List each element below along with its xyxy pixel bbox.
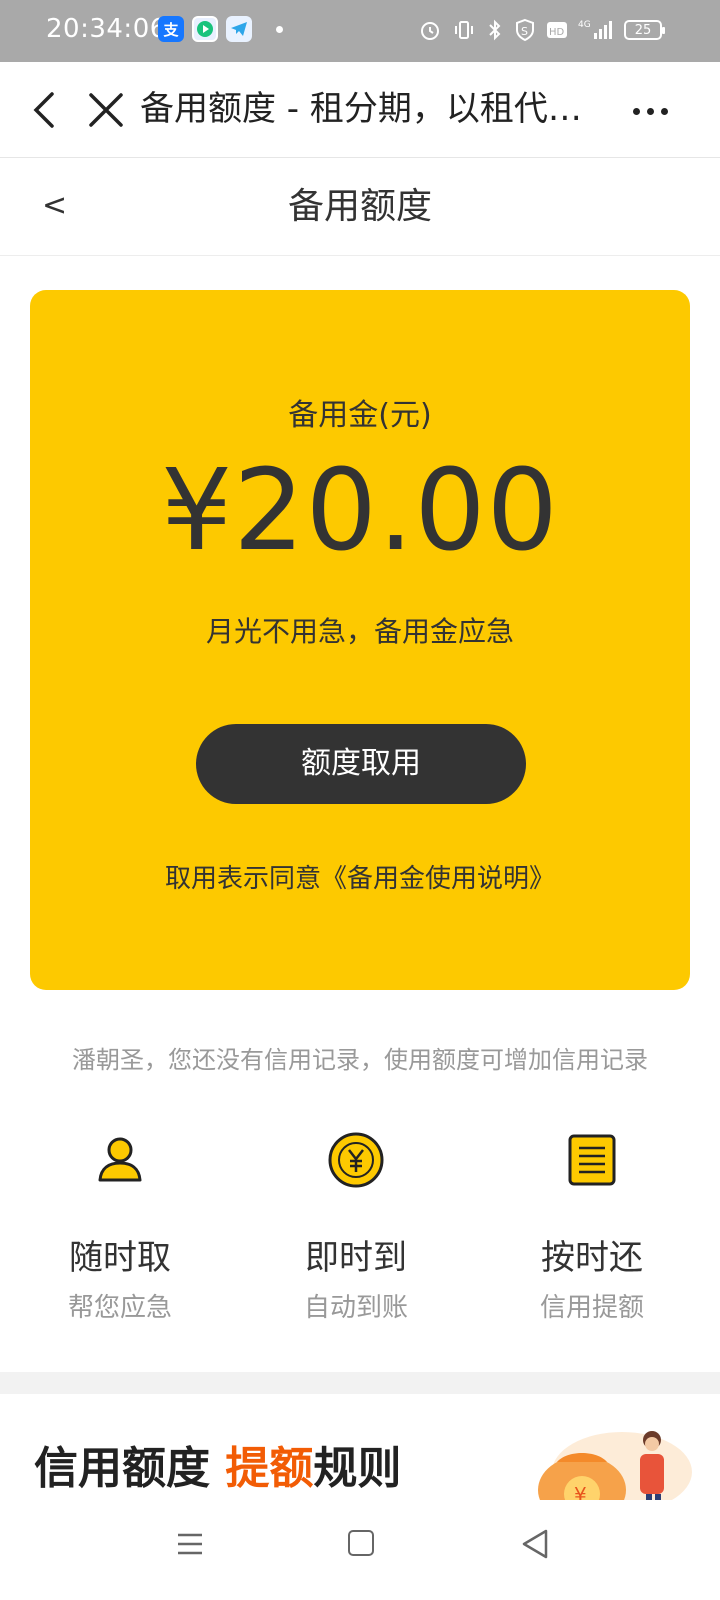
nav-back-icon[interactable] bbox=[520, 1528, 550, 1560]
video-app-icon bbox=[192, 16, 218, 42]
feature-subtitle: 帮您应急 bbox=[67, 1293, 172, 1323]
feature-item-instant: 即时到 自动到账 bbox=[236, 1130, 476, 1324]
svg-text:S: S bbox=[521, 25, 528, 38]
system-navigation-bar bbox=[0, 1500, 720, 1600]
signal-4g-icon: 4G bbox=[578, 16, 614, 44]
close-icon[interactable] bbox=[88, 92, 124, 128]
feature-subtitle: 信用提额 bbox=[539, 1293, 644, 1323]
feature-item-ontime: 按时还 信用提额 bbox=[472, 1130, 712, 1324]
withdraw-quota-button[interactable]: 额度取用 bbox=[196, 724, 526, 804]
reserve-fund-label: 备用金(元) bbox=[288, 398, 432, 433]
status-system-icons: S HD 4G 25 bbox=[418, 16, 665, 44]
battery-icon: 25 bbox=[624, 20, 665, 40]
rules-suffix: 规则 bbox=[313, 1443, 402, 1494]
feature-list: 随时取 帮您应急 即时到 自动到账 按时还 信用提额 bbox=[0, 1130, 720, 1330]
alipay-icon: 支 bbox=[158, 16, 184, 42]
status-app-icons: 支 bbox=[158, 16, 283, 42]
feature-title: 按时还 bbox=[541, 1238, 643, 1278]
more-options-icon[interactable] bbox=[633, 108, 668, 115]
svg-text:HD: HD bbox=[549, 27, 565, 38]
user-icon bbox=[90, 1130, 150, 1190]
money-bag-illustration: ¥ bbox=[502, 1412, 692, 1524]
feature-item-anytime: 随时取 帮您应急 bbox=[0, 1130, 240, 1324]
menu-icon[interactable] bbox=[176, 1530, 204, 1558]
section-divider bbox=[0, 1372, 720, 1394]
reserve-fund-card: 备用金(元) ¥20.00 月光不用急，备用金应急 额度取用 取用表示同意《备用… bbox=[30, 290, 690, 990]
usage-agreement-link[interactable]: 取用表示同意《备用金使用说明》 bbox=[30, 858, 690, 895]
svg-text:4G: 4G bbox=[578, 20, 591, 30]
shield-icon: S bbox=[514, 16, 536, 44]
document-icon bbox=[562, 1130, 622, 1190]
reserve-fund-amount: ¥20.00 bbox=[161, 446, 559, 576]
feature-title: 随时取 bbox=[69, 1238, 171, 1278]
bluetooth-icon bbox=[486, 16, 504, 44]
alarm-icon bbox=[418, 16, 442, 44]
status-bar: 20:34:06 支 S HD 4G 25 bbox=[0, 0, 720, 62]
feature-title: 即时到 bbox=[305, 1238, 407, 1278]
hd-icon: HD bbox=[546, 16, 568, 44]
page-header: < 备用额度 bbox=[0, 158, 720, 256]
vibrate-icon bbox=[452, 16, 476, 44]
battery-level: 25 bbox=[634, 22, 652, 38]
status-time: 20:34:06 bbox=[46, 14, 167, 44]
rules-prefix: 信用额度 bbox=[34, 1443, 226, 1494]
yen-coin-icon bbox=[326, 1130, 386, 1190]
rules-highlight: 提额 bbox=[225, 1443, 314, 1494]
browser-toolbar: 备用额度 - 租分期，以租代… bbox=[0, 62, 720, 158]
notification-dot-icon bbox=[276, 25, 283, 33]
back-arrow-icon[interactable] bbox=[30, 90, 60, 130]
credit-record-notice: 潘朝圣，您还没有信用记录，使用额度可增加信用记录 bbox=[72, 1046, 648, 1074]
browser-title: 备用额度 - 租分期，以租代… bbox=[140, 89, 582, 129]
telegram-icon bbox=[226, 16, 252, 42]
credit-rules-heading: 信用额度 提额规则 bbox=[34, 1432, 401, 1496]
page-title: 备用额度 bbox=[287, 186, 432, 227]
home-icon[interactable] bbox=[348, 1530, 374, 1556]
feature-subtitle: 自动到账 bbox=[303, 1293, 408, 1323]
reserve-fund-slogan: 月光不用急，备用金应急 bbox=[205, 615, 514, 648]
